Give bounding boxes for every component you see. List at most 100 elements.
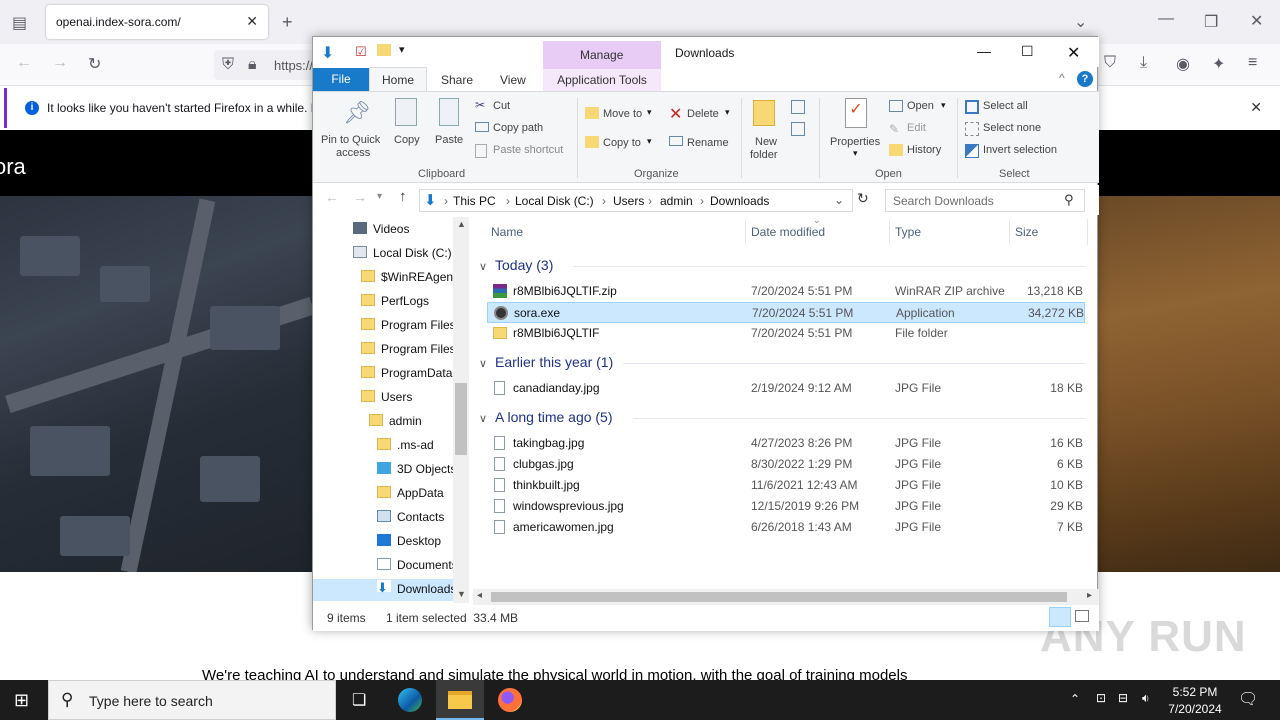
open-button[interactable]: Open — [907, 100, 934, 112]
edge-icon[interactable] — [386, 680, 434, 720]
horizontal-scrollbar[interactable]: ◂ ▸ — [473, 589, 1099, 605]
network-icon[interactable]: ⊡ — [1096, 691, 1106, 705]
maximize-icon[interactable]: ☐ — [1021, 43, 1034, 60]
nav-item[interactable]: Local Disk (C:) — [313, 243, 453, 265]
address-dropdown-icon[interactable]: ⌄ — [834, 193, 844, 207]
back-icon[interactable]: ← — [325, 189, 339, 205]
file-row[interactable]: canadianday.jpg 2/19/2024 9:12 AM JPG File… — [487, 378, 1085, 399]
nav-item[interactable]: Documents — [313, 555, 458, 577]
nav-item[interactable]: Contacts — [313, 507, 453, 529]
breadcrumb-downloads[interactable]: Downloads — [710, 194, 769, 208]
properties-qat-icon[interactable]: ☑ — [355, 44, 367, 60]
nav-item[interactable]: admin — [313, 411, 453, 433]
nav-item[interactable]: Desktop — [313, 531, 453, 553]
file-explorer-taskbar-icon[interactable] — [436, 680, 484, 720]
refresh-icon[interactable]: ↻ — [857, 190, 869, 207]
notifications-icon[interactable]: 🗨︎ — [1238, 689, 1258, 709]
column-type[interactable]: Type — [895, 225, 921, 239]
address-bar[interactable]: ⬇ › This PC › Local Disk (C:) › Users › … — [419, 189, 853, 212]
group-header[interactable]: ∨ Today (3) — [479, 257, 553, 273]
close-notification-icon[interactable]: ✕ — [1250, 99, 1262, 116]
breadcrumb-users[interactable]: Users — [613, 194, 644, 208]
cut-button[interactable]: Cut — [493, 100, 510, 112]
quick-access-down-icon[interactable]: ⬇ — [321, 43, 334, 63]
start-icon[interactable]: ⊞ — [14, 690, 29, 711]
tab-file[interactable]: File — [313, 68, 369, 91]
clock-date[interactable]: 7/20/2024 — [1164, 702, 1226, 716]
tab-application-tools[interactable]: Application Tools — [543, 69, 661, 91]
select-none-button[interactable]: Select none — [983, 122, 1041, 134]
minimize-icon[interactable]: — — [1158, 10, 1174, 28]
manage-tab[interactable]: Manage — [543, 41, 661, 71]
help-icon[interactable]: ? — [1077, 71, 1093, 87]
nav-item[interactable]: Videos — [313, 219, 453, 241]
move-to-button[interactable]: Move to — [603, 108, 642, 120]
new-tab-icon[interactable]: + — [282, 12, 293, 33]
file-row[interactable]: sora.exe 7/20/2024 5:51 PM Application 34,2… — [487, 302, 1085, 323]
column-date-modified[interactable]: Date modified — [751, 225, 825, 239]
nav-scrollbar-thumb[interactable] — [455, 383, 467, 455]
download-icon[interactable]: ⤓ — [1140, 54, 1147, 72]
copy-to-button[interactable]: Copy to — [603, 137, 641, 149]
nav-item[interactable]: ⬇ Downloads — [313, 579, 456, 601]
tab-view[interactable]: View — [500, 73, 526, 87]
nav-item[interactable]: AppData — [313, 483, 453, 505]
forward-icon[interactable]: → — [52, 54, 68, 72]
edit-button[interactable]: Edit — [907, 122, 926, 134]
search-input[interactable]: Search Downloads ⚲ — [885, 189, 1085, 212]
task-view-icon[interactable]: ❏ — [336, 680, 384, 720]
group-header[interactable]: ∨ Earlier this year (1) — [479, 354, 613, 370]
file-row[interactable]: r8MBlbi6JQLTIF.zip 7/20/2024 5:51 PM WinRA… — [487, 281, 1085, 302]
easy-access-icon[interactable] — [791, 122, 805, 136]
file-row[interactable]: windowsprevious.jpg 12/15/2019 9:26 PM JPG… — [487, 496, 1085, 517]
tab-home[interactable]: Home — [369, 67, 427, 92]
nav-item[interactable]: PerfLogs — [313, 291, 453, 313]
nav-item[interactable]: Program Files — [313, 339, 456, 361]
close-window-icon[interactable]: ✕ — [1250, 11, 1263, 31]
file-row[interactable]: takingbag.jpg 4/27/2023 8:26 PM JPG File 16… — [487, 433, 1085, 454]
file-row[interactable]: clubgas.jpg 8/30/2022 1:29 PM JPG File 6 KB — [487, 454, 1085, 475]
large-icons-view-icon[interactable] — [1075, 610, 1089, 622]
ethernet-icon[interactable]: ⊟ — [1118, 691, 1128, 705]
volume-icon[interactable]: 🔉︎ — [1142, 691, 1150, 706]
nav-item[interactable]: .ms-ad — [313, 435, 453, 457]
up-icon[interactable]: ↑ — [399, 188, 407, 205]
delete-button[interactable]: Delete — [687, 108, 719, 120]
list-all-tabs-icon[interactable]: ⌄ — [1074, 12, 1087, 32]
breadcrumb-this-pc[interactable]: This PC — [453, 194, 496, 208]
column-name[interactable]: Name — [491, 225, 523, 239]
file-row[interactable]: americawomen.jpg 6/26/2018 1:43 AM JPG Fil… — [487, 517, 1085, 538]
nav-item[interactable]: Users — [313, 387, 453, 409]
minimize-icon[interactable]: — — [977, 43, 991, 59]
nav-item[interactable]: Program Files — [313, 315, 456, 337]
tab-share[interactable]: Share — [441, 73, 473, 87]
new-item-icon[interactable] — [791, 100, 805, 114]
taskbar-search[interactable]: ⚲ Type here to search — [48, 680, 336, 720]
pocket-icon[interactable]: ⛉ — [1104, 54, 1116, 72]
clock-time[interactable]: 5:52 PM — [1170, 685, 1220, 699]
qat-dropdown-icon[interactable]: ▾ — [399, 43, 405, 56]
paste-shortcut-button[interactable]: Paste shortcut — [493, 144, 563, 156]
nav-item[interactable]: $WinREAgent — [313, 267, 456, 289]
show-hidden-icons-icon[interactable]: ⌃ — [1070, 692, 1080, 706]
tab-list-icon[interactable]: ▤ — [12, 13, 27, 33]
history-button[interactable]: History — [907, 144, 941, 156]
horizontal-scrollbar-thumb[interactable] — [491, 592, 1067, 602]
nav-scrollbar[interactable]: ▲ ▼ — [453, 217, 469, 603]
menu-icon[interactable]: ≡ — [1248, 54, 1257, 72]
collapse-ribbon-icon[interactable]: ^ — [1059, 71, 1065, 85]
breadcrumb-admin[interactable]: admin — [660, 194, 693, 208]
rename-button[interactable]: Rename — [687, 137, 729, 149]
file-row[interactable]: thinkbuilt.jpg 11/6/2021 12:43 AM JPG File… — [487, 475, 1085, 496]
browser-tab[interactable]: openai.index-sora.com/ ✕ — [46, 5, 268, 39]
close-icon[interactable]: ✕ — [1067, 43, 1080, 63]
account-icon[interactable]: ◉ — [1176, 54, 1190, 74]
recent-locations-icon[interactable]: ▾ — [377, 191, 382, 202]
firefox-taskbar-icon[interactable] — [486, 680, 534, 720]
nav-item[interactable]: ProgramData — [313, 363, 453, 385]
invert-selection-button[interactable]: Invert selection — [983, 144, 1057, 156]
new-folder-qat-icon[interactable] — [377, 44, 391, 56]
select-all-button[interactable]: Select all — [983, 100, 1028, 112]
close-tab-icon[interactable]: ✕ — [246, 13, 258, 30]
nav-item[interactable]: 3D Objects — [313, 459, 456, 481]
